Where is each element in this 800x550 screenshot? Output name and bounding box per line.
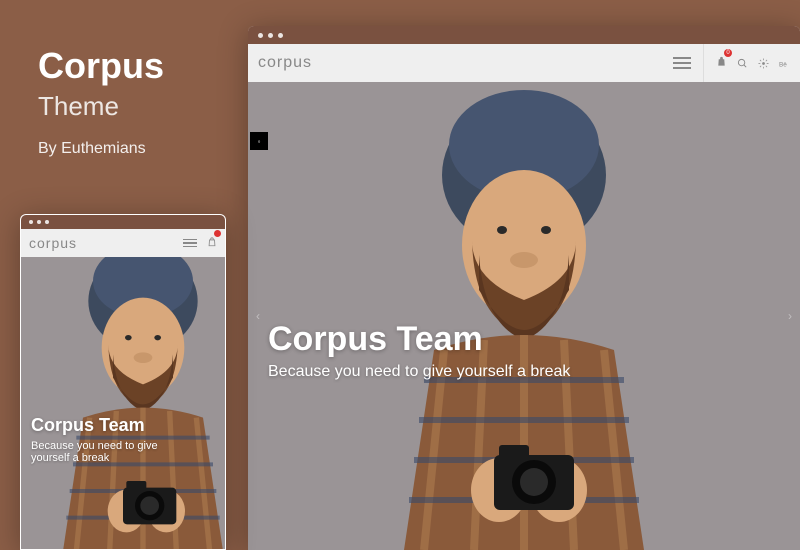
gear-icon[interactable] — [758, 58, 769, 69]
mobile-browser-chrome — [21, 215, 225, 229]
theme-info-panel: Corpus Theme By Euthemians — [38, 45, 164, 158]
hamburger-menu-button[interactable] — [183, 239, 197, 248]
desktop-hero-section: ◦ — [248, 82, 800, 550]
svg-text:Bē: Bē — [779, 61, 787, 68]
search-icon[interactable] — [737, 58, 748, 69]
theme-subtitle: Theme — [38, 91, 164, 122]
hamburger-menu-button[interactable] — [673, 57, 691, 69]
hero-title: Corpus Team — [268, 320, 570, 359]
site-logo[interactable]: corpus — [29, 235, 77, 251]
slider-next-button[interactable]: › — [788, 309, 792, 323]
mobile-preview-window: corpus — [20, 214, 226, 550]
hero-subtitle: Because you need to give yourself a brea… — [268, 363, 570, 381]
window-dot-icon — [268, 33, 273, 38]
header-icon-group: 0 Bē — [703, 44, 790, 82]
hero-text-block: Corpus Team Because you need to give you… — [268, 320, 570, 381]
bag-icon — [716, 56, 727, 67]
hero-text-block: Corpus Team Because you need to give you… — [31, 415, 196, 464]
mobile-site-header: corpus — [21, 229, 225, 257]
cart-count-badge: 0 — [724, 49, 732, 57]
hero-title: Corpus Team — [31, 415, 196, 436]
site-logo[interactable]: corpus — [258, 54, 312, 72]
desktop-preview-window: corpus 0 Bē ◦ — [248, 26, 800, 550]
hero-subtitle: Because you need to give yourself a brea… — [31, 440, 196, 464]
window-dot-icon — [258, 33, 263, 38]
window-dot-icon — [29, 220, 33, 224]
theme-author: By Euthemians — [38, 140, 164, 158]
slide-indicator-icon: ◦ — [250, 132, 268, 150]
slider-prev-button[interactable]: ‹ — [256, 309, 260, 323]
bag-icon — [207, 237, 217, 247]
desktop-browser-chrome — [248, 26, 800, 44]
window-dot-icon — [278, 33, 283, 38]
cart-button[interactable]: 0 — [716, 54, 727, 72]
window-dot-icon — [45, 220, 49, 224]
cart-button[interactable] — [207, 234, 217, 252]
hero-person-image — [354, 82, 694, 550]
hero-person-image — [28, 257, 225, 550]
theme-title: Corpus — [38, 45, 164, 87]
window-dot-icon — [37, 220, 41, 224]
desktop-site-header: corpus 0 Bē — [248, 44, 800, 82]
cart-count-badge — [214, 230, 221, 237]
behance-icon[interactable]: Bē — [779, 58, 790, 69]
mobile-hero-section: Corpus Team Because you need to give you… — [21, 257, 225, 550]
